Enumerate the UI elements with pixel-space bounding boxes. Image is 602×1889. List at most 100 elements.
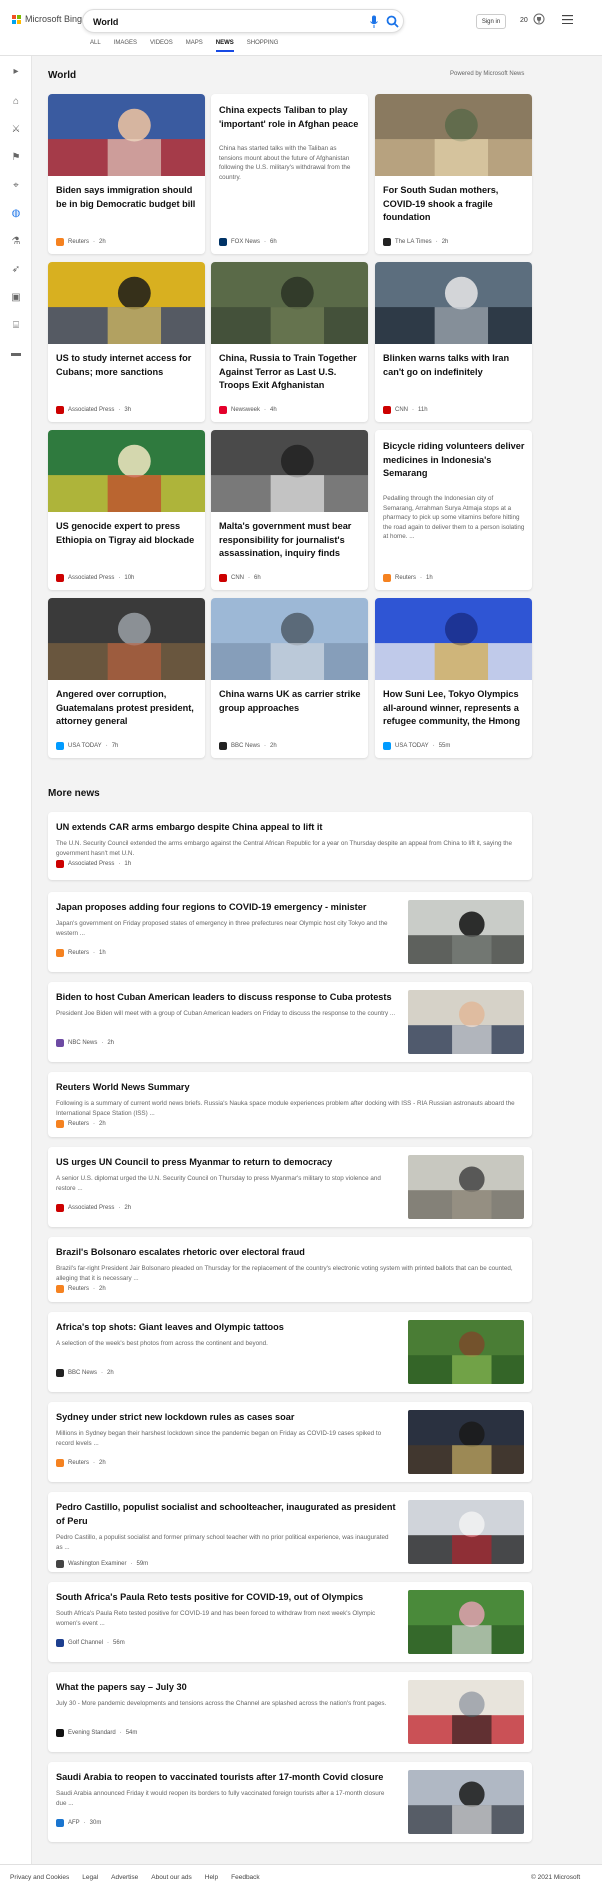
more-news-thumbnail[interactable]: [408, 1590, 524, 1654]
more-news-item[interactable]: Sydney under strict new lockdown rules a…: [48, 1402, 532, 1482]
sports-icon[interactable]: ⚔: [10, 124, 22, 136]
more-news-title[interactable]: Africa's top shots: Giant leaves and Oly…: [56, 1321, 396, 1335]
more-news-item[interactable]: Japan proposes adding four regions to CO…: [48, 892, 532, 972]
more-news-item[interactable]: US urges UN Council to press Myanmar to …: [48, 1147, 532, 1227]
news-card-image[interactable]: [48, 430, 205, 512]
search-icon[interactable]: [386, 15, 399, 28]
more-news-title[interactable]: Sydney under strict new lockdown rules a…: [56, 1411, 396, 1425]
more-news-thumbnail[interactable]: [408, 1500, 524, 1564]
news-card-title[interactable]: Biden says immigration should be in big …: [56, 184, 198, 211]
more-news-item[interactable]: What the papers say – July 30 July 30 - M…: [48, 1672, 532, 1752]
hamburger-menu-icon[interactable]: [562, 15, 573, 24]
more-news-source[interactable]: Washington Examiner · 59m: [56, 1560, 148, 1568]
sign-in-button[interactable]: Sign in: [476, 14, 506, 29]
news-card-title[interactable]: China warns UK as carrier strike group a…: [219, 688, 361, 715]
more-news-item[interactable]: Saudi Arabia to reopen to vaccinated tou…: [48, 1762, 532, 1842]
tab-shopping[interactable]: SHOPPING: [247, 40, 292, 50]
footer-link-about-our-ads[interactable]: About our ads: [151, 1874, 191, 1881]
globe-icon[interactable]: ◍: [10, 208, 22, 220]
news-card-image[interactable]: [375, 598, 532, 680]
more-news-title[interactable]: Biden to host Cuban American leaders to …: [56, 991, 396, 1005]
more-news-thumbnail[interactable]: [408, 1155, 524, 1219]
news-card-title[interactable]: Malta's government must bear responsibil…: [219, 520, 361, 561]
footer-link-privacy-and-cookies[interactable]: Privacy and Cookies: [10, 1874, 69, 1881]
more-news-title[interactable]: US urges UN Council to press Myanmar to …: [56, 1156, 396, 1170]
more-news-title[interactable]: Reuters World News Summary: [56, 1081, 524, 1095]
news-card-image[interactable]: [48, 262, 205, 344]
news-card-source[interactable]: The LA Times · 2h: [383, 238, 448, 246]
news-card-title[interactable]: China, Russia to Train Together Against …: [219, 352, 361, 393]
news-card[interactable]: China warns UK as carrier strike group a…: [211, 598, 368, 758]
more-news-title[interactable]: Japan proposes adding four regions to CO…: [56, 901, 396, 915]
more-news-thumbnail[interactable]: [408, 1320, 524, 1384]
news-card-title[interactable]: Blinken warns talks with Iran can't go o…: [383, 352, 525, 379]
more-news-source[interactable]: BBC News · 2h: [56, 1369, 114, 1377]
more-news-thumbnail[interactable]: [408, 990, 524, 1054]
news-card-image[interactable]: [48, 94, 205, 176]
news-card[interactable]: Bicycle riding volunteers deliver medici…: [375, 430, 532, 590]
card-icon[interactable]: ▬: [10, 348, 22, 360]
tab-maps[interactable]: MAPS: [186, 40, 216, 50]
rocket-icon[interactable]: ➶: [10, 264, 22, 276]
tab-videos[interactable]: VIDEOS: [150, 40, 186, 50]
news-card-title[interactable]: China expects Taliban to play 'important…: [219, 104, 361, 131]
rewards-trophy-icon[interactable]: [533, 13, 545, 26]
news-card-source[interactable]: Reuters · 2h: [56, 238, 106, 246]
news-card-source[interactable]: Newsweek · 4h: [219, 406, 277, 414]
location-icon[interactable]: ⌖: [10, 180, 22, 192]
more-news-item[interactable]: Africa's top shots: Giant leaves and Oly…: [48, 1312, 532, 1392]
news-card[interactable]: US genocide expert to press Ethiopia on …: [48, 430, 205, 590]
more-news-source[interactable]: Reuters · 1h: [56, 949, 106, 957]
more-news-item[interactable]: Brazil's Bolsonaro escalates rhetoric ov…: [48, 1237, 532, 1302]
more-news-item[interactable]: Biden to host Cuban American leaders to …: [48, 982, 532, 1062]
news-card-source[interactable]: Associated Press · 10h: [56, 574, 134, 582]
home-icon[interactable]: ⌂: [10, 96, 22, 108]
more-news-source[interactable]: Associated Press · 2h: [56, 1204, 131, 1212]
tab-images[interactable]: IMAGES: [114, 40, 150, 50]
powered-by-label[interactable]: Powered by Microsoft News: [450, 71, 524, 77]
news-card[interactable]: How Suni Lee, Tokyo Olympics all-around …: [375, 598, 532, 758]
news-card-image[interactable]: [375, 94, 532, 176]
news-card[interactable]: US to study internet access for Cubans; …: [48, 262, 205, 422]
news-card-image[interactable]: [211, 430, 368, 512]
news-card-image[interactable]: [48, 598, 205, 680]
more-news-thumbnail[interactable]: [408, 1410, 524, 1474]
news-card[interactable]: China expects Taliban to play 'important…: [211, 94, 368, 254]
news-card-source[interactable]: CNN · 11h: [383, 406, 428, 414]
tab-all[interactable]: ALL: [90, 40, 114, 50]
news-card-source[interactable]: FOX News · 6h: [219, 238, 277, 246]
microphone-icon[interactable]: [369, 15, 379, 29]
footer-link-help[interactable]: Help: [205, 1874, 218, 1881]
news-card-image[interactable]: [375, 262, 532, 344]
expand-icon[interactable]: ▸: [10, 66, 22, 78]
news-card-image[interactable]: [211, 262, 368, 344]
news-card-title[interactable]: US to study internet access for Cubans; …: [56, 352, 198, 379]
bing-logo[interactable]: Microsoft Bing: [12, 14, 82, 24]
tab-news[interactable]: NEWS: [215, 40, 247, 52]
more-news-title[interactable]: UN extends CAR arms embargo despite Chin…: [56, 821, 524, 835]
news-card-source[interactable]: Associated Press · 3h: [56, 406, 131, 414]
more-news-source[interactable]: Golf Channel · 56m: [56, 1639, 125, 1647]
news-card-title[interactable]: How Suni Lee, Tokyo Olympics all-around …: [383, 688, 525, 729]
capitol-icon[interactable]: ⌸: [10, 320, 22, 332]
video-icon[interactable]: ▣: [10, 292, 22, 304]
more-news-item[interactable]: Pedro Castillo, populist socialist and s…: [48, 1492, 532, 1572]
more-news-source[interactable]: Reuters · 2h: [56, 1459, 106, 1467]
more-news-source[interactable]: Reuters · 2h: [56, 1285, 106, 1293]
news-card-source[interactable]: USA TODAY · 7h: [56, 742, 118, 750]
more-news-source[interactable]: Reuters · 2h: [56, 1120, 106, 1128]
more-news-source[interactable]: AFP · 30m: [56, 1819, 101, 1827]
more-news-title[interactable]: What the papers say – July 30: [56, 1681, 396, 1695]
news-card[interactable]: Angered over corruption, Guatemalans pro…: [48, 598, 205, 758]
more-news-item[interactable]: Reuters World News Summary Following is a…: [48, 1072, 532, 1137]
news-card-source[interactable]: USA TODAY · 55m: [383, 742, 450, 750]
news-card-title[interactable]: For South Sudan mothers, COVID-19 shook …: [383, 184, 525, 225]
more-news-thumbnail[interactable]: [408, 1680, 524, 1744]
news-card-image[interactable]: [211, 598, 368, 680]
news-card[interactable]: China, Russia to Train Together Against …: [211, 262, 368, 422]
footer-link-advertise[interactable]: Advertise: [111, 1874, 138, 1881]
more-news-source[interactable]: Associated Press · 1h: [56, 860, 131, 868]
search-input[interactable]: [93, 14, 353, 29]
more-news-source[interactable]: Evening Standard · 54m: [56, 1729, 137, 1737]
news-card[interactable]: For South Sudan mothers, COVID-19 shook …: [375, 94, 532, 254]
